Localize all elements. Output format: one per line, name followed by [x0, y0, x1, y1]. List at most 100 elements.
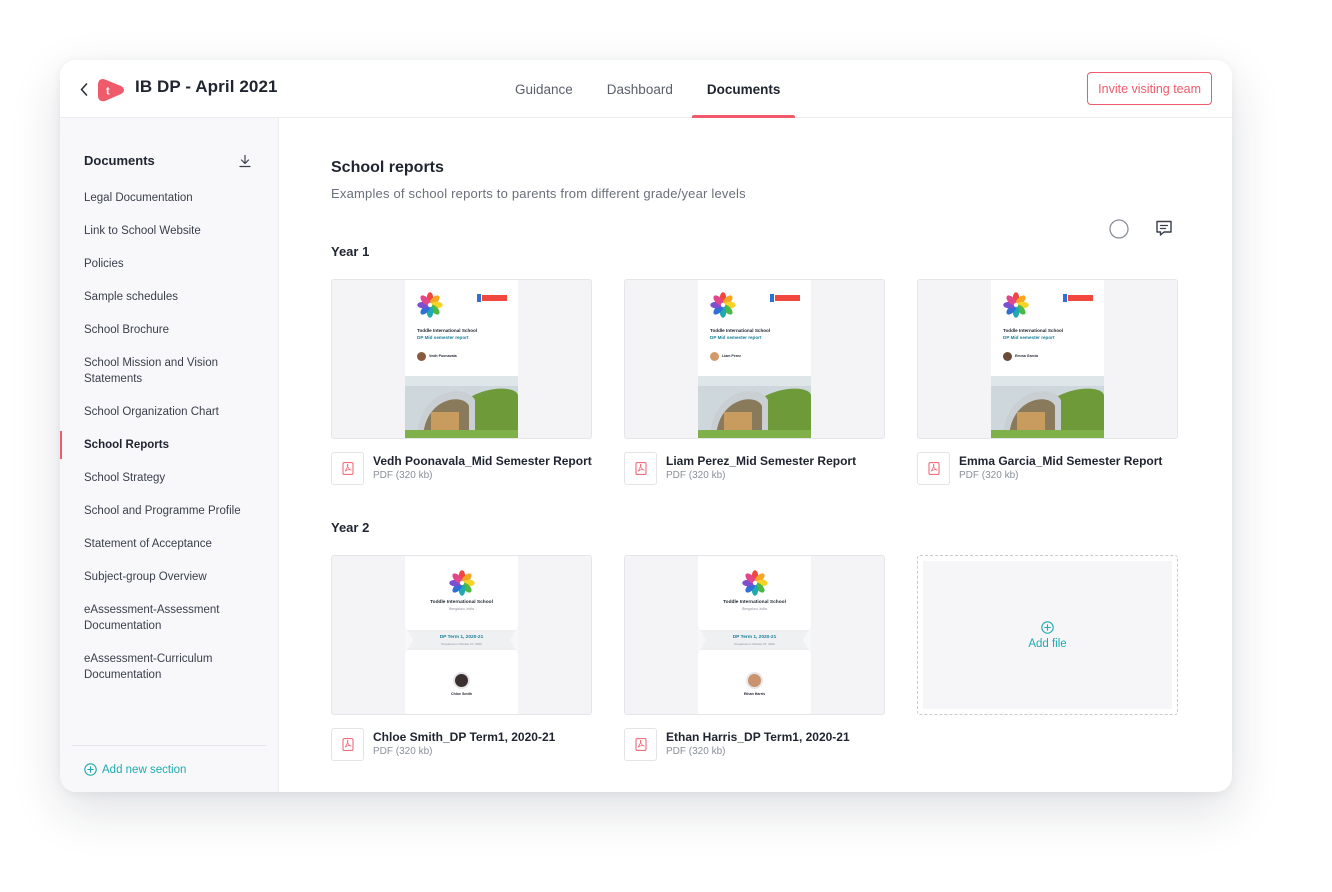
report-cover-page: Toddle International School DP Mid semes…	[991, 280, 1104, 438]
report-type: DP Mid semester report	[417, 335, 469, 340]
report-student-name: Liam Perez	[722, 354, 741, 358]
file-thumbnail[interactable]: Toddle International School DP Mid semes…	[331, 279, 592, 439]
file-card: Toddle International School DP Mid semes…	[624, 279, 885, 485]
sidebar-item-school-strategy[interactable]: School Strategy	[60, 462, 279, 494]
add-circle-icon	[1041, 620, 1054, 634]
group-label-year-2: Year 2	[331, 520, 370, 535]
file-name[interactable]: Emma Garcia_Mid Semester Report	[959, 454, 1162, 469]
add-file-dropzone[interactable]: Add file	[917, 555, 1178, 715]
report-city: Bengaluru, India	[742, 607, 767, 611]
ib-badge-icon	[1063, 294, 1093, 302]
invite-visiting-team-button[interactable]: Invite visiting team	[1087, 72, 1212, 105]
report-city: Bengaluru, India	[449, 607, 474, 611]
file-meta: Chloe Smith_DP Term1, 2020-21 PDF (320 k…	[331, 728, 592, 761]
sidebar-item-school-brochure[interactable]: School Brochure	[60, 314, 279, 346]
report-school-name: Toddle International School	[417, 328, 478, 333]
sidebar-item-policies[interactable]: Policies	[60, 248, 279, 280]
main-content: School reports Examples of school report…	[279, 118, 1232, 792]
section-description: Examples of school reports to parents fr…	[331, 186, 746, 201]
top-header: t IB DP - April 2021 Guidance Dashboard …	[60, 60, 1232, 118]
main-tabs: Guidance Dashboard Documents	[500, 60, 799, 118]
file-thumbnail[interactable]: Toddle International School Bengaluru, I…	[624, 555, 885, 715]
student-avatar	[710, 352, 719, 361]
sidebar-item-programme-profile[interactable]: School and Programme Profile	[60, 495, 279, 527]
comment-icon[interactable]	[1154, 218, 1174, 238]
app-window: t IB DP - April 2021 Guidance Dashboard …	[60, 60, 1232, 792]
sidebar-item-eassessment-curriculum[interactable]: eAssessment-Curriculum Documentation	[60, 643, 279, 691]
report-cover-page: Toddle International School Bengaluru, I…	[405, 556, 518, 714]
pdf-icon	[331, 728, 364, 761]
file-meta: Emma Garcia_Mid Semester Report PDF (320…	[917, 452, 1178, 485]
pdf-icon	[624, 452, 657, 485]
file-meta: Vedh Poonavala_Mid Semester Report PDF (…	[331, 452, 592, 485]
tab-documents[interactable]: Documents	[691, 60, 796, 118]
tab-guidance[interactable]: Guidance	[500, 60, 588, 118]
section-title: School reports	[331, 159, 444, 176]
report-type: DP Mid semester report	[710, 335, 762, 340]
sidebar-item-legal-documentation[interactable]: Legal Documentation	[60, 182, 279, 214]
group-label-year-1: Year 1	[331, 244, 370, 259]
sidebar-item-mission-vision[interactable]: School Mission and Vision Statements	[60, 347, 279, 395]
chevron-left-icon	[80, 82, 88, 96]
school-logo-icon	[742, 570, 768, 596]
sidebar-item-sample-schedules[interactable]: Sample schedules	[60, 281, 279, 313]
add-new-section-label: Add new section	[102, 763, 187, 776]
ib-badge-icon	[770, 294, 800, 302]
back-button[interactable]	[74, 78, 94, 100]
campus-photo	[991, 376, 1104, 438]
school-logo-icon	[1003, 292, 1029, 318]
add-file-area: Add file	[923, 561, 1172, 709]
file-thumbnail[interactable]: Toddle International School DP Mid semes…	[624, 279, 885, 439]
term-banner	[698, 626, 811, 654]
student-avatar	[1003, 352, 1012, 361]
student-avatar	[417, 352, 426, 361]
report-student-name: Chloe Smith	[451, 692, 472, 696]
tab-dashboard[interactable]: Dashboard	[592, 60, 688, 118]
sidebar-item-school-reports[interactable]: School Reports	[60, 429, 279, 461]
report-prepared-date: Prepared on October 27, 2020	[441, 642, 482, 646]
status-circle-icon[interactable]	[1109, 219, 1129, 239]
file-size: PDF (320 kb)	[666, 470, 726, 481]
file-name[interactable]: Vedh Poonavala_Mid Semester Report	[373, 454, 592, 469]
sidebar-item-subject-group-overview[interactable]: Subject-group Overview	[60, 561, 279, 593]
download-icon[interactable]	[238, 154, 252, 168]
add-file-label: Add file	[1028, 637, 1067, 650]
report-type: DP Mid semester report	[1003, 335, 1055, 340]
sidebar-nav: Legal Documentation Link to School Websi…	[60, 182, 279, 692]
sidebar-item-statement-of-acceptance[interactable]: Statement of Acceptance	[60, 528, 279, 560]
school-logo-icon	[449, 570, 475, 596]
report-school-name: Toddle International School	[430, 600, 493, 605]
add-new-section-button[interactable]: Add new section	[84, 763, 186, 776]
sidebar-item-link-to-school-website[interactable]: Link to School Website	[60, 215, 279, 247]
report-term: DP Term 1, 2020-21	[732, 635, 777, 640]
report-cover-page: Toddle International School DP Mid semes…	[698, 280, 811, 438]
file-name[interactable]: Ethan Harris_DP Term1, 2020-21	[666, 730, 850, 745]
file-name[interactable]: Liam Perez_Mid Semester Report	[666, 454, 856, 469]
sidebar-item-eassessment-assessment[interactable]: eAssessment-Assessment Documentation	[60, 594, 279, 642]
toddle-logo-icon: t	[98, 79, 124, 102]
file-card: Toddle International School Bengaluru, I…	[331, 555, 592, 761]
report-cover-page: Toddle International School Bengaluru, I…	[698, 556, 811, 714]
file-size: PDF (320 kb)	[959, 470, 1019, 481]
file-size: PDF (320 kb)	[666, 746, 726, 757]
file-name[interactable]: Chloe Smith_DP Term1, 2020-21	[373, 730, 555, 745]
file-size: PDF (320 kb)	[373, 746, 433, 757]
ib-badge-icon	[477, 294, 507, 302]
campus-photo	[698, 376, 811, 438]
file-thumbnail[interactable]: Toddle International School DP Mid semes…	[917, 279, 1178, 439]
report-school-name: Toddle International School	[1003, 328, 1064, 333]
student-avatar	[453, 672, 470, 689]
file-size: PDF (320 kb)	[373, 470, 433, 481]
report-school-name: Toddle International School	[710, 328, 771, 333]
sidebar-footer: Add new section	[72, 745, 266, 792]
sidebar-item-organization-chart[interactable]: School Organization Chart	[60, 396, 279, 428]
pdf-icon	[917, 452, 950, 485]
report-student-name: Ethan Harris	[743, 692, 766, 696]
sidebar-header: Documents	[84, 153, 252, 168]
file-thumbnail[interactable]: Toddle International School Bengaluru, I…	[331, 555, 592, 715]
file-meta: Ethan Harris_DP Term1, 2020-21 PDF (320 …	[624, 728, 885, 761]
report-term: DP Term 1, 2020-21	[439, 635, 484, 640]
documents-sidebar: Documents Legal Documentation Link to Sc…	[60, 118, 279, 792]
page-title: IB DP - April 2021	[135, 77, 278, 96]
term-banner	[405, 626, 518, 654]
